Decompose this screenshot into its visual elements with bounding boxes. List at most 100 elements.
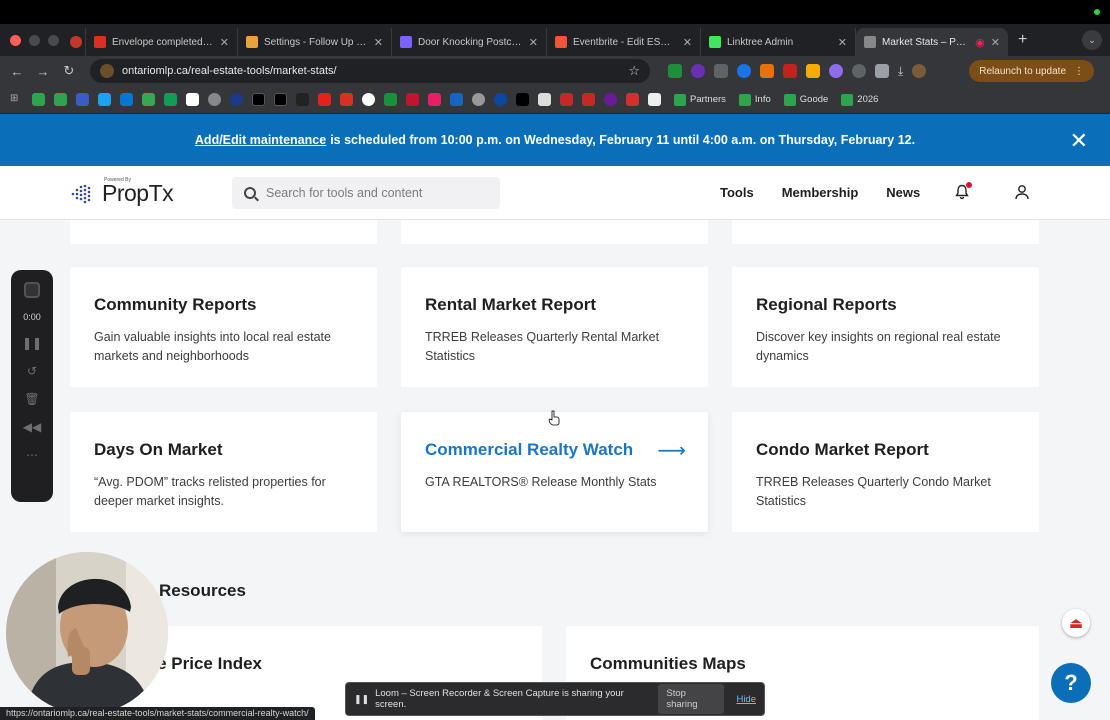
profile-avatar[interactable] bbox=[912, 64, 927, 78]
bookmark-icon[interactable] bbox=[32, 93, 45, 106]
bookmark-icon[interactable] bbox=[296, 93, 309, 106]
tab-eventbrite[interactable]: Eventbrite - Edit ESG & ✕ bbox=[547, 28, 701, 56]
search-input[interactable]: Search for tools and content bbox=[232, 177, 500, 209]
extension-icon[interactable] bbox=[760, 64, 774, 78]
bookmark-partners[interactable]: Partners bbox=[674, 93, 726, 106]
bookmark-2026[interactable]: 2026 bbox=[841, 93, 878, 106]
forward-icon[interactable]: → bbox=[30, 64, 56, 79]
bookmark-icon[interactable] bbox=[208, 93, 221, 106]
bookmark-icon[interactable] bbox=[494, 93, 507, 106]
user-account-icon[interactable] bbox=[1014, 184, 1030, 200]
tab-close-icon[interactable]: ✕ bbox=[991, 36, 1000, 49]
download-icon[interactable]: ⤓ bbox=[898, 64, 903, 79]
bookmark-icon[interactable] bbox=[142, 93, 155, 106]
close-window-button[interactable] bbox=[10, 34, 21, 46]
bookmark-icon[interactable] bbox=[648, 93, 661, 106]
extension-icon[interactable] bbox=[691, 64, 705, 78]
back-icon[interactable]: ← bbox=[4, 64, 30, 79]
card-partial[interactable] bbox=[732, 220, 1039, 244]
help-button[interactable]: ? bbox=[1051, 663, 1091, 703]
banner-close-icon[interactable]: ✕ bbox=[1070, 128, 1088, 154]
tab-envelope[interactable]: Envelope completed: 19 ✕ bbox=[86, 28, 238, 56]
card-commercial-realty-watch[interactable]: Commercial Realty Watch ⟶ GTA REALTORS® … bbox=[401, 412, 708, 532]
rewind-icon[interactable]: ◀◀ bbox=[23, 420, 41, 434]
stop-sharing-button[interactable]: Stop sharing bbox=[658, 684, 725, 714]
bookmark-info[interactable]: Info bbox=[738, 93, 771, 106]
card-rental-market-report[interactable]: Rental Market Report TRREB Releases Quar… bbox=[401, 267, 708, 387]
tab-close-icon[interactable]: ✕ bbox=[529, 36, 538, 49]
extension-icon[interactable] bbox=[714, 64, 728, 78]
tab-close-icon[interactable]: ✕ bbox=[683, 36, 692, 49]
tab-market-stats[interactable]: Market Stats – PropT ◉ ✕ bbox=[856, 28, 1008, 56]
bookmark-icon[interactable] bbox=[120, 93, 133, 106]
tab-close-icon[interactable]: ✕ bbox=[374, 36, 383, 49]
maintenance-link[interactable]: Add/Edit maintenance bbox=[195, 133, 326, 147]
new-tab-icon[interactable]: + bbox=[1018, 31, 1027, 49]
puzzle-icon[interactable] bbox=[875, 64, 889, 78]
relaunch-button[interactable]: Relaunch to update ⋮ bbox=[969, 60, 1094, 82]
bookmark-icon[interactable] bbox=[560, 93, 573, 106]
card-partial[interactable] bbox=[70, 220, 377, 244]
bookmark-icon[interactable] bbox=[164, 93, 177, 106]
bookmark-goode[interactable]: Goode bbox=[783, 93, 828, 106]
tab-linktree[interactable]: Linktree Admin ✕ bbox=[701, 28, 856, 56]
card-days-on-market[interactable]: Days On Market “Avg. PDOM” tracks relist… bbox=[70, 412, 377, 532]
bookmark-icon[interactable] bbox=[230, 93, 243, 106]
bookmark-icon[interactable] bbox=[472, 93, 485, 106]
bookmark-icon[interactable] bbox=[76, 93, 89, 106]
youtube-icon[interactable] bbox=[318, 93, 331, 106]
propTx-logo[interactable]: Powered By PropTx bbox=[70, 177, 174, 207]
nav-membership[interactable]: Membership bbox=[782, 185, 859, 200]
tab-search-icon[interactable]: ⌄ bbox=[1082, 30, 1102, 50]
tab-close-icon[interactable]: ✕ bbox=[220, 36, 229, 49]
address-bar[interactable]: ontariomlp.ca/real-estate-tools/market-s… bbox=[90, 59, 650, 83]
bookmark-icon[interactable] bbox=[604, 93, 617, 106]
bookmark-star-icon[interactable]: ☆ bbox=[628, 63, 640, 79]
extension-icon[interactable] bbox=[783, 64, 797, 78]
bookmark-icon[interactable] bbox=[98, 93, 111, 106]
bookmark-icon[interactable] bbox=[516, 93, 529, 106]
minimize-window-button[interactable] bbox=[29, 34, 40, 46]
apps-grid-icon[interactable]: ⊞ bbox=[10, 93, 23, 106]
bookmark-icon[interactable] bbox=[362, 93, 375, 106]
x-icon[interactable] bbox=[252, 93, 265, 106]
pinned-tab[interactable] bbox=[66, 28, 86, 56]
card-regional-reports[interactable]: Regional Reports Discover key insights o… bbox=[732, 267, 1039, 387]
maximize-window-button[interactable] bbox=[48, 34, 59, 46]
extension-icon[interactable] bbox=[852, 64, 866, 78]
maps-pin-icon[interactable] bbox=[340, 93, 353, 106]
notification-bell-icon[interactable] bbox=[954, 182, 972, 200]
restart-icon[interactable]: ↺ bbox=[27, 364, 37, 378]
reload-icon[interactable]: ↻ bbox=[56, 63, 82, 79]
extension-icon[interactable] bbox=[668, 64, 682, 78]
extension-icon[interactable] bbox=[829, 64, 843, 78]
trash-icon[interactable]: 🗑 bbox=[24, 392, 39, 406]
pdf-icon[interactable]: ⏏ bbox=[1062, 609, 1090, 637]
extension-icon[interactable] bbox=[737, 64, 751, 78]
bookmark-icon[interactable] bbox=[186, 93, 199, 106]
tab-settings[interactable]: Settings - Follow Up Bo ✕ bbox=[238, 28, 392, 56]
nav-news[interactable]: News bbox=[886, 185, 920, 200]
bookmark-icon[interactable] bbox=[582, 93, 595, 106]
nav-tools[interactable]: Tools bbox=[720, 185, 754, 200]
bookmark-icon[interactable] bbox=[450, 93, 463, 106]
tab-door-knocking[interactable]: Door Knocking Postcard ✕ bbox=[392, 28, 547, 56]
hide-button[interactable]: Hide bbox=[736, 694, 756, 705]
site-info-icon[interactable] bbox=[100, 64, 114, 78]
bookmark-icon[interactable] bbox=[54, 93, 67, 106]
tab-close-icon[interactable]: ✕ bbox=[838, 36, 847, 49]
td-icon[interactable] bbox=[384, 93, 397, 106]
stop-recording-button[interactable] bbox=[24, 282, 40, 298]
pdf-icon[interactable] bbox=[626, 93, 639, 106]
webcam-bubble[interactable] bbox=[6, 552, 168, 714]
extension-icon[interactable] bbox=[806, 64, 820, 78]
x-icon[interactable] bbox=[274, 93, 287, 106]
bookmark-icon[interactable] bbox=[538, 93, 551, 106]
card-community-reports[interactable]: Community Reports Gain valuable insights… bbox=[70, 267, 377, 387]
card-condo-market-report[interactable]: Condo Market Report TRREB Releases Quart… bbox=[732, 412, 1039, 532]
pause-icon[interactable]: ❚❚ bbox=[22, 336, 42, 350]
grid-icon[interactable]: ⋯ bbox=[26, 448, 38, 462]
card-partial[interactable] bbox=[401, 220, 708, 244]
bookmark-icon[interactable] bbox=[406, 93, 419, 106]
bookmark-icon[interactable] bbox=[428, 93, 441, 106]
